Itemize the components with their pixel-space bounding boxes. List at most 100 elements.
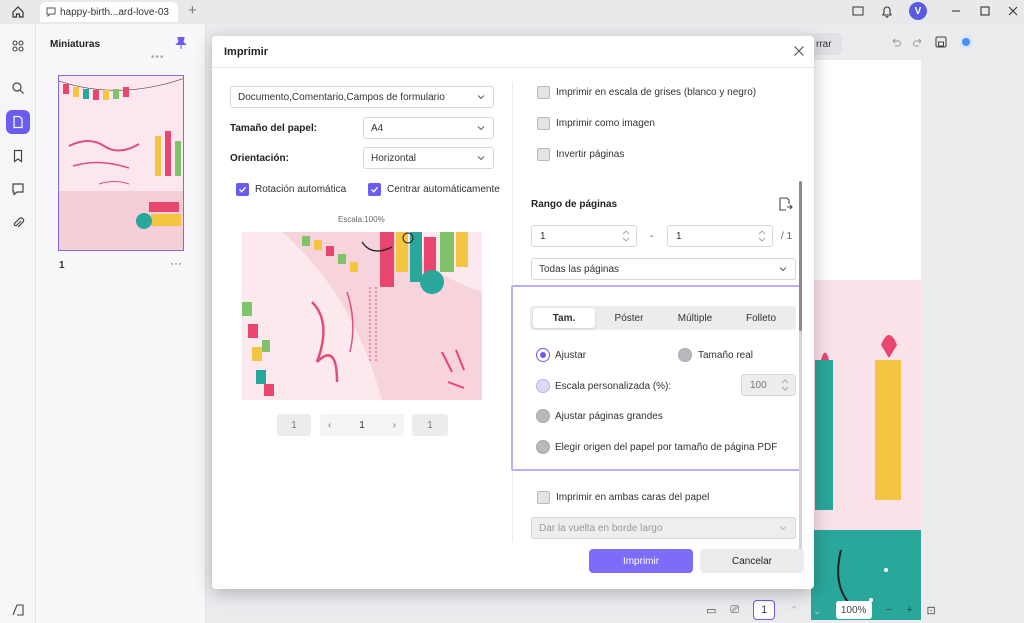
document-tab[interactable]: happy-birth...ard-love-03 — [40, 2, 178, 22]
cancel-button[interactable]: Cancelar — [700, 549, 804, 573]
duplex-select-value: Dar la vuelta en borde largo — [539, 522, 663, 534]
grayscale-checkbox[interactable] — [537, 86, 550, 99]
avatar[interactable]: V — [909, 2, 927, 20]
zoom-level[interactable]: 100% — [835, 601, 872, 619]
tab-title: happy-birth...ard-love-03 — [60, 6, 169, 18]
print-as-image-label: Imprimir como imagen — [556, 118, 655, 129]
custom-scale-radio[interactable] — [536, 379, 550, 393]
pin-icon[interactable] — [174, 36, 188, 50]
scale-label: Escala:100% — [338, 215, 385, 224]
preview-art — [242, 232, 482, 400]
chevron-down-icon — [477, 156, 485, 161]
current-page-input[interactable]: 1 — [753, 600, 776, 620]
paper-size-label: Tamaño del papel: — [230, 123, 318, 134]
spinner-icon[interactable] — [781, 378, 789, 392]
preview-page-stepper[interactable]: ‹ 1 › — [320, 414, 404, 436]
title-bar: happy-birth...ard-love-03 + V — [0, 0, 1024, 24]
tab-poster[interactable]: Póster — [598, 308, 660, 328]
spinner-icon[interactable] — [758, 229, 766, 243]
orientation-select[interactable]: Horizontal — [363, 147, 494, 169]
next-page-icon[interactable]: ⌄ — [812, 604, 821, 617]
spinner-icon[interactable] — [622, 229, 630, 243]
range-from-value: 1 — [540, 230, 546, 242]
sidebar-toggle-icon[interactable] — [6, 598, 30, 622]
close-window-icon[interactable] — [1003, 2, 1023, 20]
fit-large-pages-radio[interactable] — [536, 409, 550, 423]
range-select-value: Todas las páginas — [539, 263, 620, 275]
auto-rotate-label: Rotación automática — [255, 184, 347, 195]
print-content-select[interactable]: Documento,Comentario,Campos de formulari… — [230, 86, 494, 108]
duplex-select[interactable]: Dar la vuelta en borde largo — [531, 517, 796, 539]
maximize-icon[interactable] — [975, 2, 995, 20]
save-icon[interactable] — [934, 35, 948, 52]
left-rail — [0, 24, 36, 623]
last-page-button[interactable]: 1 — [412, 414, 448, 436]
thumbnails-panel: ••• Miniaturas 1 ··· — [36, 24, 206, 623]
thumbnails-title: Miniaturas — [50, 39, 101, 50]
fit-large-pages-label: Ajustar páginas grandes — [555, 411, 663, 422]
scrollbar-thumb[interactable] — [799, 181, 802, 331]
undo-icon[interactable] — [890, 36, 902, 51]
home-icon[interactable] — [8, 3, 28, 21]
bell-icon[interactable] — [877, 2, 897, 20]
print-preview — [242, 232, 482, 400]
range-to-input[interactable]: 1 — [667, 225, 773, 247]
close-icon[interactable] — [791, 43, 807, 59]
close-edit-button[interactable]: rrar — [812, 33, 842, 55]
tab-multiple[interactable]: Múltiple — [663, 308, 727, 328]
page-art — [811, 60, 921, 620]
drag-handle[interactable]: ••• — [151, 52, 165, 63]
fit-icon[interactable]: ⊡ — [927, 604, 936, 617]
range-select[interactable]: Todas las páginas — [531, 258, 796, 280]
new-tab-button[interactable]: + — [188, 3, 197, 19]
zoom-out-icon[interactable]: − — [886, 604, 892, 616]
invert-pages-label: Invertir páginas — [556, 149, 625, 160]
auto-center-checkbox[interactable] — [368, 183, 381, 196]
search-icon[interactable] — [6, 76, 30, 100]
previous-page-icon[interactable]: ⌃ — [789, 604, 798, 617]
orientation-label: Orientación: — [230, 153, 289, 164]
print-dialog: Imprimir Documento,Comentario,Campos de … — [212, 36, 814, 589]
range-dash: - — [650, 231, 654, 242]
range-from-input[interactable]: 1 — [531, 225, 637, 247]
next-icon[interactable]: › — [393, 420, 396, 431]
tab-size[interactable]: Tam. — [533, 308, 595, 328]
more-options-icon[interactable]: ··· — [170, 256, 182, 270]
redo-icon[interactable] — [912, 36, 924, 51]
ai-assistant-icon[interactable] — [958, 34, 974, 53]
layout-icon[interactable]: ▭ — [706, 604, 716, 617]
tab-booklet[interactable]: Folleto — [730, 308, 792, 328]
grayscale-label: Imprimir en escala de grises (blanco y n… — [556, 87, 757, 98]
fit-radio[interactable] — [536, 348, 550, 362]
page-thumbnail[interactable] — [58, 75, 184, 251]
invert-pages-checkbox[interactable] — [537, 148, 550, 161]
duplex-label: Imprimir en ambas caras del papel — [556, 492, 710, 503]
paper-source-radio[interactable] — [536, 440, 550, 454]
grid-icon[interactable] — [6, 34, 30, 58]
fit-label: Ajustar — [555, 350, 587, 361]
auto-rotate-checkbox[interactable] — [236, 183, 249, 196]
first-page-button[interactable]: 1 — [277, 414, 311, 436]
orientation-value: Horizontal — [371, 152, 417, 164]
dialog-divider — [212, 67, 814, 68]
duplex-checkbox[interactable] — [537, 491, 550, 504]
paper-size-select[interactable]: A4 — [363, 117, 494, 139]
attachment-icon[interactable] — [6, 211, 30, 235]
actual-size-radio[interactable] — [678, 348, 692, 362]
bookmark-icon[interactable] — [6, 144, 30, 168]
chevron-down-icon — [779, 526, 787, 531]
custom-scale-input[interactable]: 100 — [741, 374, 796, 396]
comments-icon[interactable] — [6, 177, 30, 201]
print-button[interactable]: Imprimir — [589, 549, 693, 573]
page-range-label: Rango de páginas — [531, 199, 618, 210]
pages-icon[interactable] — [6, 110, 30, 134]
minimize-icon[interactable] — [946, 2, 966, 20]
page-range-settings-icon[interactable] — [777, 196, 793, 212]
present-icon[interactable]: ⎚ — [730, 604, 739, 617]
previous-icon[interactable]: ‹ — [328, 420, 331, 431]
window-list-icon[interactable] — [848, 2, 868, 20]
print-as-image-checkbox[interactable] — [537, 117, 550, 130]
zoom-in-icon[interactable]: + — [906, 604, 912, 616]
bottom-toolbar: ▭ ⎚ 1 ⌃ ⌄ 100% − + ⊡ — [700, 597, 1024, 623]
print-content-value: Documento,Comentario,Campos de formulari… — [238, 91, 445, 103]
